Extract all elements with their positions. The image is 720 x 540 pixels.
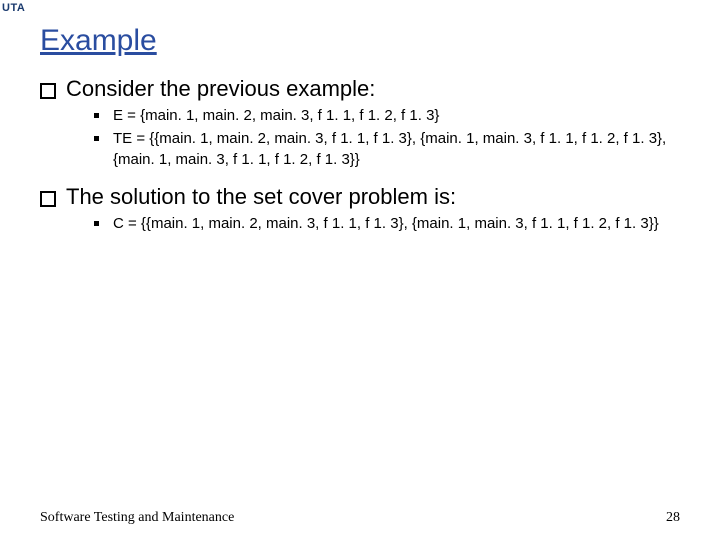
sub-bullet-item: E = {main. 1, main. 2, main. 3, f 1. 1, … [94,106,680,126]
bullet-text: The solution to the set cover problem is… [66,184,456,210]
sub-bullet-item: TE = {{main. 1, main. 2, main. 3, f 1. 1… [94,129,680,170]
square-sub-bullet-icon [94,221,99,226]
sub-bullet-text: TE = {{main. 1, main. 2, main. 3, f 1. 1… [113,129,680,170]
slide-title: Example [40,24,680,58]
footer-left: Software Testing and Maintenance [40,510,234,526]
sub-bullet-text: C = {{main. 1, main. 2, main. 3, f 1. 1,… [113,214,659,234]
bullet-text: Consider the previous example: [66,76,375,102]
square-bullet-icon [40,83,56,99]
slide-body: Example Consider the previous example: E… [0,0,720,540]
square-bullet-icon [40,191,56,207]
bullet-item: Consider the previous example: [40,76,680,102]
footer: Software Testing and Maintenance 28 [40,510,680,526]
bullet-item: The solution to the set cover problem is… [40,184,680,210]
sub-bullet-text: E = {main. 1, main. 2, main. 3, f 1. 1, … [113,106,439,126]
sub-list: C = {{main. 1, main. 2, main. 3, f 1. 1,… [94,214,680,234]
square-sub-bullet-icon [94,136,99,141]
sub-list: E = {main. 1, main. 2, main. 3, f 1. 1, … [94,106,680,170]
page-number: 28 [666,510,680,526]
square-sub-bullet-icon [94,113,99,118]
sub-bullet-item: C = {{main. 1, main. 2, main. 3, f 1. 1,… [94,214,680,234]
